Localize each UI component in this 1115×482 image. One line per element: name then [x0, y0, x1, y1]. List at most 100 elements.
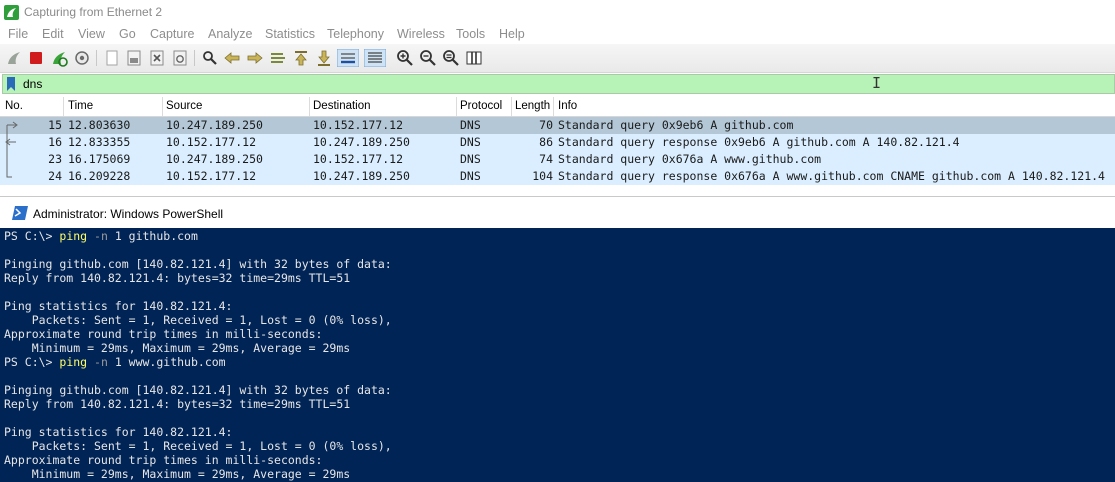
go-forward-icon[interactable]	[246, 49, 264, 67]
packet-protocol: DNS	[460, 169, 481, 183]
prompt: PS C:\>	[4, 355, 60, 369]
column-no[interactable]: No.	[5, 100, 23, 112]
packet-row[interactable]: 23 16.175069 10.247.189.250 10.152.177.1…	[0, 151, 1115, 168]
auto-scroll-icon[interactable]	[337, 49, 359, 67]
menu-telephony[interactable]: Telephony	[327, 27, 384, 41]
display-filter-box: I	[2, 74, 1115, 94]
command-name: ping	[59, 355, 88, 369]
column-time[interactable]: Time	[68, 100, 93, 112]
column-divider[interactable]	[456, 97, 457, 116]
output-line: Minimum = 29ms, Maximum = 29ms, Average …	[4, 341, 351, 355]
conversation-end-icon	[6, 168, 12, 178]
output-line: Pinging github.com [140.82.121.4] with 3…	[4, 257, 392, 271]
menu-go[interactable]: Go	[119, 27, 136, 41]
packet-info: Standard query 0x9eb6 A github.com	[558, 118, 794, 132]
resize-columns-icon[interactable]	[465, 49, 483, 67]
column-destination[interactable]: Destination	[313, 100, 371, 112]
colorize-icon[interactable]	[364, 49, 386, 67]
output-line: Ping statistics for 140.82.121.4:	[4, 299, 233, 313]
menu-tools[interactable]: Tools	[456, 27, 485, 41]
menu-edit[interactable]: Edit	[42, 27, 64, 41]
packet-no: 16	[48, 135, 62, 149]
column-divider[interactable]	[63, 97, 64, 116]
powershell-icon	[12, 206, 28, 220]
column-divider[interactable]	[309, 97, 310, 116]
packet-info: Standard query response 0x9eb6 A github.…	[558, 135, 960, 149]
menu-help[interactable]: Help	[499, 27, 525, 41]
packet-protocol: DNS	[460, 118, 481, 132]
close-file-icon[interactable]	[148, 49, 166, 67]
wireshark-fin-icon	[4, 5, 19, 20]
packet-source: 10.247.189.250	[166, 118, 263, 132]
packet-length: 86	[539, 135, 553, 149]
packet-no: 15	[48, 118, 62, 132]
column-divider[interactable]	[553, 97, 554, 116]
menu-capture[interactable]: Capture	[150, 27, 194, 41]
menu-statistics[interactable]: Statistics	[265, 27, 315, 41]
packet-time: 12.833355	[68, 135, 131, 149]
window-title: Capturing from Ethernet 2	[24, 5, 163, 19]
command-arguments: 1 www.github.com	[107, 355, 226, 369]
output-line: Ping statistics for 140.82.121.4:	[4, 425, 233, 439]
menu-analyze[interactable]: Analyze	[208, 27, 252, 41]
packet-time: 16.175069	[68, 152, 131, 166]
menu-wireless[interactable]: Wireless	[397, 27, 445, 41]
reload-file-icon[interactable]	[171, 49, 189, 67]
console-output[interactable]: PS C:\> ping -n 1 github.com Pinging git…	[0, 228, 1115, 482]
packet-info: Standard query response 0x676a A www.git…	[558, 169, 1105, 183]
packet-no: 24	[48, 169, 62, 183]
toolbar-separator	[194, 50, 195, 66]
find-packet-icon[interactable]	[201, 49, 219, 67]
packet-source: 10.152.177.12	[166, 169, 257, 183]
text-cursor-icon: I	[872, 74, 882, 92]
conversation-line-icon	[6, 151, 8, 168]
menu-file[interactable]: File	[8, 27, 28, 41]
packet-row-selected[interactable]: 15 12.803630 10.247.189.250 10.152.177.1…	[0, 117, 1115, 134]
packet-protocol: DNS	[460, 152, 481, 166]
command-name: ping	[59, 229, 88, 243]
go-to-packet-icon[interactable]	[269, 49, 287, 67]
last-packet-icon[interactable]	[315, 49, 333, 67]
packet-length: 70	[539, 118, 553, 132]
response-indicator-icon	[5, 134, 16, 151]
capture-options-icon[interactable]	[73, 49, 91, 67]
column-length[interactable]: Length	[515, 100, 550, 112]
restart-capture-icon[interactable]	[50, 49, 68, 67]
menu-view[interactable]: View	[78, 27, 105, 41]
output-line: Approximate round trip times in milli-se…	[4, 327, 323, 341]
wireshark-titlebar: Capturing from Ethernet 2	[0, 0, 1115, 24]
display-filter-input[interactable]	[23, 76, 823, 91]
normal-size-icon[interactable]	[442, 49, 460, 67]
packet-source: 10.247.189.250	[166, 152, 263, 166]
first-packet-icon[interactable]	[292, 49, 310, 67]
open-file-icon[interactable]	[103, 49, 121, 67]
zoom-in-icon[interactable]	[396, 49, 414, 67]
wireshark-window: Capturing from Ethernet 2 File Edit View…	[0, 0, 1115, 196]
output-line: Pinging github.com [140.82.121.4] with 3…	[4, 383, 392, 397]
stop-capture-icon[interactable]	[27, 49, 45, 67]
zoom-out-icon[interactable]	[419, 49, 437, 67]
request-indicator-icon	[6, 121, 18, 134]
column-source[interactable]: Source	[166, 100, 202, 112]
command-parameter: -n	[94, 229, 108, 243]
command-line: PS C:\> ping -n 1 github.com	[4, 229, 198, 243]
column-divider[interactable]	[162, 97, 163, 116]
packet-row[interactable]: 24 16.209228 10.152.177.12 10.247.189.25…	[0, 168, 1115, 185]
save-file-icon[interactable]	[125, 49, 143, 67]
prompt: PS C:\>	[4, 229, 60, 243]
column-divider[interactable]	[511, 97, 512, 116]
packet-destination: 10.247.189.250	[313, 169, 410, 183]
packet-time: 12.803630	[68, 118, 131, 132]
packet-destination: 10.152.177.12	[313, 152, 404, 166]
column-protocol[interactable]: Protocol	[460, 100, 502, 112]
packet-no: 23	[48, 152, 62, 166]
bookmark-icon[interactable]	[6, 77, 16, 91]
command-arguments: 1 github.com	[107, 229, 198, 243]
start-capture-icon[interactable]	[5, 49, 23, 67]
column-info[interactable]: Info	[558, 100, 577, 112]
go-back-icon[interactable]	[223, 49, 241, 67]
packet-row[interactable]: 16 12.833355 10.152.177.12 10.247.189.25…	[0, 134, 1115, 151]
menu-bar: File Edit View Go Capture Analyze Statis…	[0, 24, 1115, 44]
command-line: PS C:\> ping -n 1 www.github.com	[4, 355, 226, 369]
output-line: Minimum = 29ms, Maximum = 29ms, Average …	[4, 467, 351, 481]
